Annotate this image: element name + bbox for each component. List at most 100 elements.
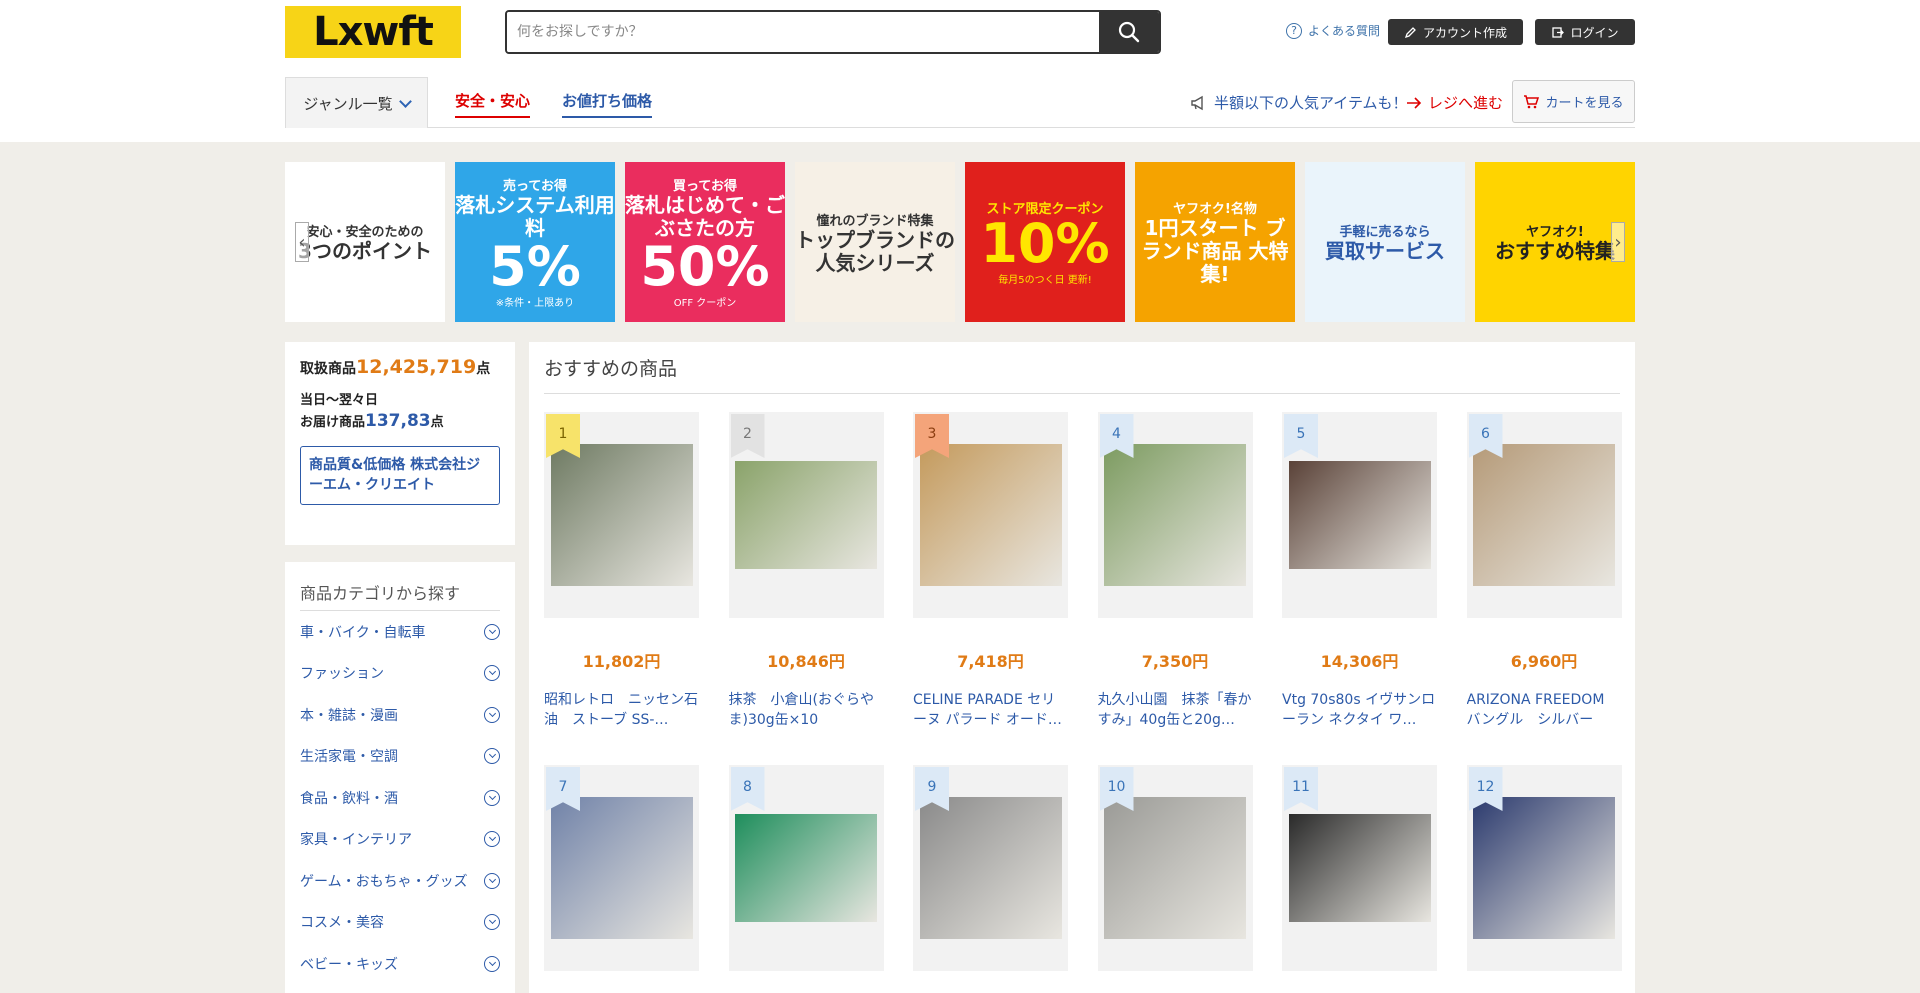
create-account-button[interactable]: アカウント作成 — [1388, 19, 1523, 45]
product-photo — [1288, 461, 1431, 569]
product-card[interactable]: 5 14,306円 Vtg 70s80s イヴサンローラン ネクタイ ワ… — [1282, 412, 1437, 732]
product-image[interactable]: 3 — [913, 412, 1068, 618]
banner-7[interactable]: 手軽に売るなら 買取サービス — [1305, 162, 1465, 322]
category-item[interactable]: 本・雑誌・漫画 — [300, 694, 500, 736]
total-items: 取扱商品12,425,719点 — [300, 356, 491, 378]
banner-2[interactable]: 売ってお得 落札システム利用料 5% ※条件・上限あり — [455, 162, 615, 322]
banner-1[interactable]: 安心・安全のための 3つのポイント — [285, 162, 445, 322]
product-title[interactable]: 丸久小山園 抹茶「春かすみ」40g缶と20g… — [1098, 690, 1253, 732]
product-image[interactable]: 1 — [544, 412, 699, 618]
product-photo — [735, 814, 877, 922]
nav-safe-link[interactable]: 安全・安心 — [455, 90, 531, 118]
banner-6[interactable]: ヤフオク!名物 1円スタート ブランド商品 大特集! — [1135, 162, 1295, 322]
product-image[interactable]: 8 — [728, 765, 884, 971]
product-photo — [550, 797, 693, 939]
nav-deal-link[interactable]: お値打ち価格 — [562, 90, 653, 118]
product-card[interactable]: 1 11,802円昭和レトロ ニッセン石油 ストーブ SS-… — [544, 412, 699, 732]
product-card[interactable]: 3 7,418円 CELINE PARADE セリーヌ パラード オード… — [913, 412, 1068, 732]
category-label: ファッション — [300, 666, 384, 683]
product-image[interactable]: 9 — [913, 765, 1068, 971]
category-label: コスメ・美容 — [300, 915, 384, 932]
chevron-down-icon — [484, 872, 500, 889]
category-label: 車・バイク・自転車 — [300, 624, 426, 641]
banner-5[interactable]: ストア限定クーポン 10% 毎月5のつく日 更新! — [965, 162, 1125, 322]
product-title[interactable]: ARIZONA FREEDOM バングル シルバー — [1467, 690, 1622, 732]
login-button[interactable]: ログイン — [1535, 19, 1635, 45]
banner-text: トップブランドの人気シリーズ — [795, 227, 955, 275]
product-image[interactable]: 2 — [728, 412, 884, 618]
carousel-next-arrow[interactable]: › — [1611, 222, 1625, 262]
banner-4[interactable]: 憧れのブランド特集 トップブランドの人気シリーズ — [795, 162, 955, 322]
recommended-section: おすすめの商品 1 11,802円 昭和レトロ ニッセン石油 ストーブ SS-… 2 1… — [529, 342, 1635, 993]
login-icon — [1552, 26, 1565, 38]
banner-text: 5% — [489, 235, 581, 298]
faq-link[interactable]: ? よくある質問 — [1286, 22, 1380, 39]
chevron-down-icon — [484, 623, 500, 640]
faq-label: よくある質問 — [1308, 24, 1381, 38]
rank-badge: 8 — [730, 767, 765, 811]
category-item[interactable]: ゲーム・おもちゃ・グッズ — [300, 860, 500, 902]
carousel-prev-arrow[interactable]: ‹ — [295, 222, 309, 262]
search-input[interactable] — [507, 12, 1099, 52]
banner-text: OFF クーポン — [673, 298, 737, 309]
site-logo[interactable]: Lxwft — [285, 6, 461, 58]
company-link[interactable]: 商品質&低価格 株式会社ジーエム・クリエイト — [300, 445, 500, 505]
product-image[interactable]: 6 — [1466, 412, 1622, 618]
genre-dropdown[interactable]: ジャンル一覧 — [285, 77, 428, 128]
category-item[interactable]: 生活家電・空調 — [300, 736, 500, 778]
promo-link[interactable]: 半額以下の人気アイテムも！ — [1190, 92, 1408, 113]
product-card[interactable]: 4 7,350円 丸久小山園 抹茶「春かすみ」40g缶と20g… — [1097, 412, 1253, 732]
banner-3[interactable]: 買ってお得 落札はじめて・ごぶさたの方 50% OFF クーポン — [625, 162, 785, 322]
rank-badge: 2 — [730, 414, 765, 458]
category-item[interactable]: コスメ・美容 — [300, 902, 500, 944]
product-price: 10,846円 — [767, 652, 845, 671]
product-title[interactable]: 昭和レトロ ニッセン石油 ストーブ SS-… — [544, 690, 699, 732]
product-image[interactable]: 4 — [1097, 412, 1253, 618]
category-label: ベビー・キッズ — [300, 956, 398, 973]
login-label: ログイン — [1570, 25, 1619, 40]
product-price: 11,802円 — [582, 652, 661, 671]
product-card[interactable]: 12 — [1466, 765, 1622, 971]
product-card[interactable]: 10 — [1097, 765, 1253, 971]
banner-text: 3つのポイント — [298, 239, 432, 263]
product-image[interactable]: 10 — [1097, 765, 1253, 971]
view-cart-button[interactable]: カートを見る — [1512, 80, 1635, 123]
product-title[interactable]: 抹茶 小倉山(おぐらやま)30g缶×10 — [729, 690, 884, 732]
checkout-link[interactable]: レジへ進む — [1406, 92, 1503, 113]
product-photo — [1104, 444, 1246, 586]
product-photo — [919, 444, 1062, 586]
banner-carousel: 安心・安全のための 3つのポイント 売ってお得 落札システム利用料 5% ※条件・上限あり… — [285, 162, 1635, 322]
stats-panel: 取扱商品12,425,719点 当日〜翌々日 お届け商品137,83点 商品質&… — [285, 342, 515, 545]
search-button[interactable] — [1099, 12, 1159, 52]
product-photo — [1473, 797, 1615, 939]
category-item[interactable]: 食品・飲料・酒 — [300, 777, 500, 819]
product-price: 6,960円 — [1510, 652, 1578, 671]
product-title[interactable]: Vtg 70s80s イヴサンローラン ネクタイ ワ… — [1282, 690, 1437, 732]
product-image[interactable]: 5 — [1282, 412, 1437, 618]
product-image[interactable]: 7 — [544, 765, 699, 971]
site-header: Lxwft ? よくある質問 アカウント作成 ログイン ジャンル一覧 安全・安心… — [0, 0, 1920, 142]
rank-badge: 5 — [1284, 414, 1318, 458]
category-item[interactable]: ファッション — [300, 653, 500, 695]
product-photo — [919, 797, 1062, 939]
product-card[interactable]: 11 — [1282, 765, 1437, 971]
product-card[interactable]: 9 — [913, 765, 1068, 971]
pencil-icon — [1404, 26, 1416, 38]
product-card[interactable]: 8 — [728, 765, 884, 971]
category-label: ゲーム・おもちゃ・グッズ — [300, 873, 468, 890]
product-image[interactable]: 12 — [1466, 765, 1622, 971]
product-card[interactable]: 6 6,960円 ARIZONA FREEDOM バングル シルバー — [1466, 412, 1622, 732]
product-card[interactable]: 2 10,846円抹茶 小倉山(おぐらやま)30g缶×10 — [728, 412, 884, 732]
banner-text: 落札システム利用料 — [455, 193, 615, 240]
fast-delivery-count: 137,83 — [365, 411, 431, 432]
banner-text: 手軽に売るなら — [1339, 225, 1431, 240]
product-card[interactable]: 7 — [544, 765, 699, 971]
view-cart-label: カートを見る — [1545, 96, 1624, 111]
product-title[interactable]: CELINE PARADE セリーヌ パラード オード… — [913, 690, 1068, 732]
category-item[interactable]: 家具・インテリア — [300, 819, 500, 861]
nav-divider — [428, 127, 1635, 128]
category-item[interactable]: ベビー・キッズ — [300, 943, 500, 985]
chevron-down-icon — [484, 955, 500, 972]
category-item[interactable]: 車・バイク・自転車 — [300, 611, 500, 653]
product-image[interactable]: 11 — [1282, 765, 1437, 971]
